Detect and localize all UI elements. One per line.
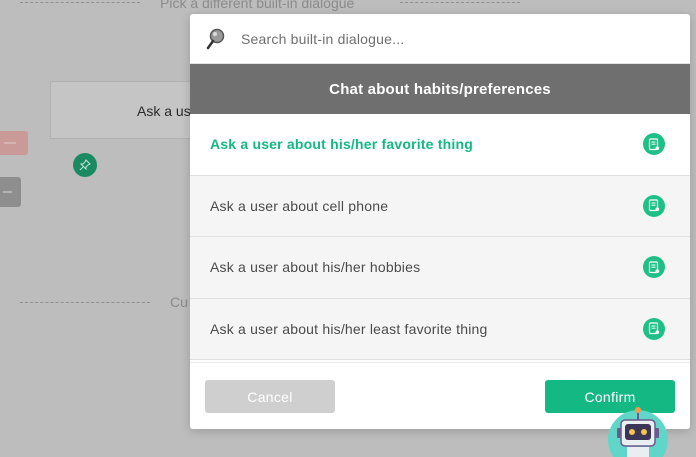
dialogue-label: Ask a user about his/her least favorite … bbox=[210, 320, 488, 337]
dialogue-list-item[interactable]: Ask a user about his/her hobbies bbox=[190, 237, 690, 299]
category-title: Chat about habits/preferences bbox=[190, 64, 690, 114]
background-heading-top: Pick a different built-in dialogue bbox=[160, 0, 355, 11]
cancel-button[interactable]: Cancel bbox=[205, 380, 335, 413]
dialogue-list: Ask a user about his/her favorite thing … bbox=[190, 114, 690, 362]
dialogue-label: Ask a user about cell phone bbox=[210, 197, 389, 214]
background-side-tab-red bbox=[0, 131, 28, 155]
divider-line bbox=[20, 302, 150, 303]
document-icon[interactable] bbox=[643, 133, 665, 156]
dialogue-label: Ask a user about his/her favorite thing bbox=[210, 136, 473, 153]
magnifier-icon bbox=[205, 27, 229, 51]
background-heading-bottom: Cu bbox=[170, 294, 188, 310]
dialogue-label: Ask a user about his/her hobbies bbox=[210, 259, 421, 276]
robot-icon[interactable] bbox=[606, 406, 670, 457]
background-side-tab-gray bbox=[0, 177, 21, 207]
search-bar bbox=[190, 14, 690, 64]
dialogue-picker-modal: Chat about habits/preferences Ask a user… bbox=[190, 14, 690, 429]
divider-line bbox=[20, 2, 140, 3]
dialogue-list-item[interactable]: Ask a user about his/her favorite thing bbox=[190, 114, 690, 176]
document-icon[interactable] bbox=[643, 317, 665, 340]
dialogue-list-item[interactable]: Ask a user about cell phone bbox=[190, 175, 690, 237]
document-icon[interactable] bbox=[643, 256, 665, 279]
document-icon[interactable] bbox=[643, 194, 665, 217]
divider-line bbox=[400, 2, 520, 3]
dialogue-list-item[interactable]: Ask a user about his/her least favorite … bbox=[190, 298, 690, 360]
pin-icon bbox=[73, 153, 97, 177]
background-card-text: Ask a us bbox=[137, 103, 191, 119]
search-input[interactable] bbox=[241, 23, 690, 54]
